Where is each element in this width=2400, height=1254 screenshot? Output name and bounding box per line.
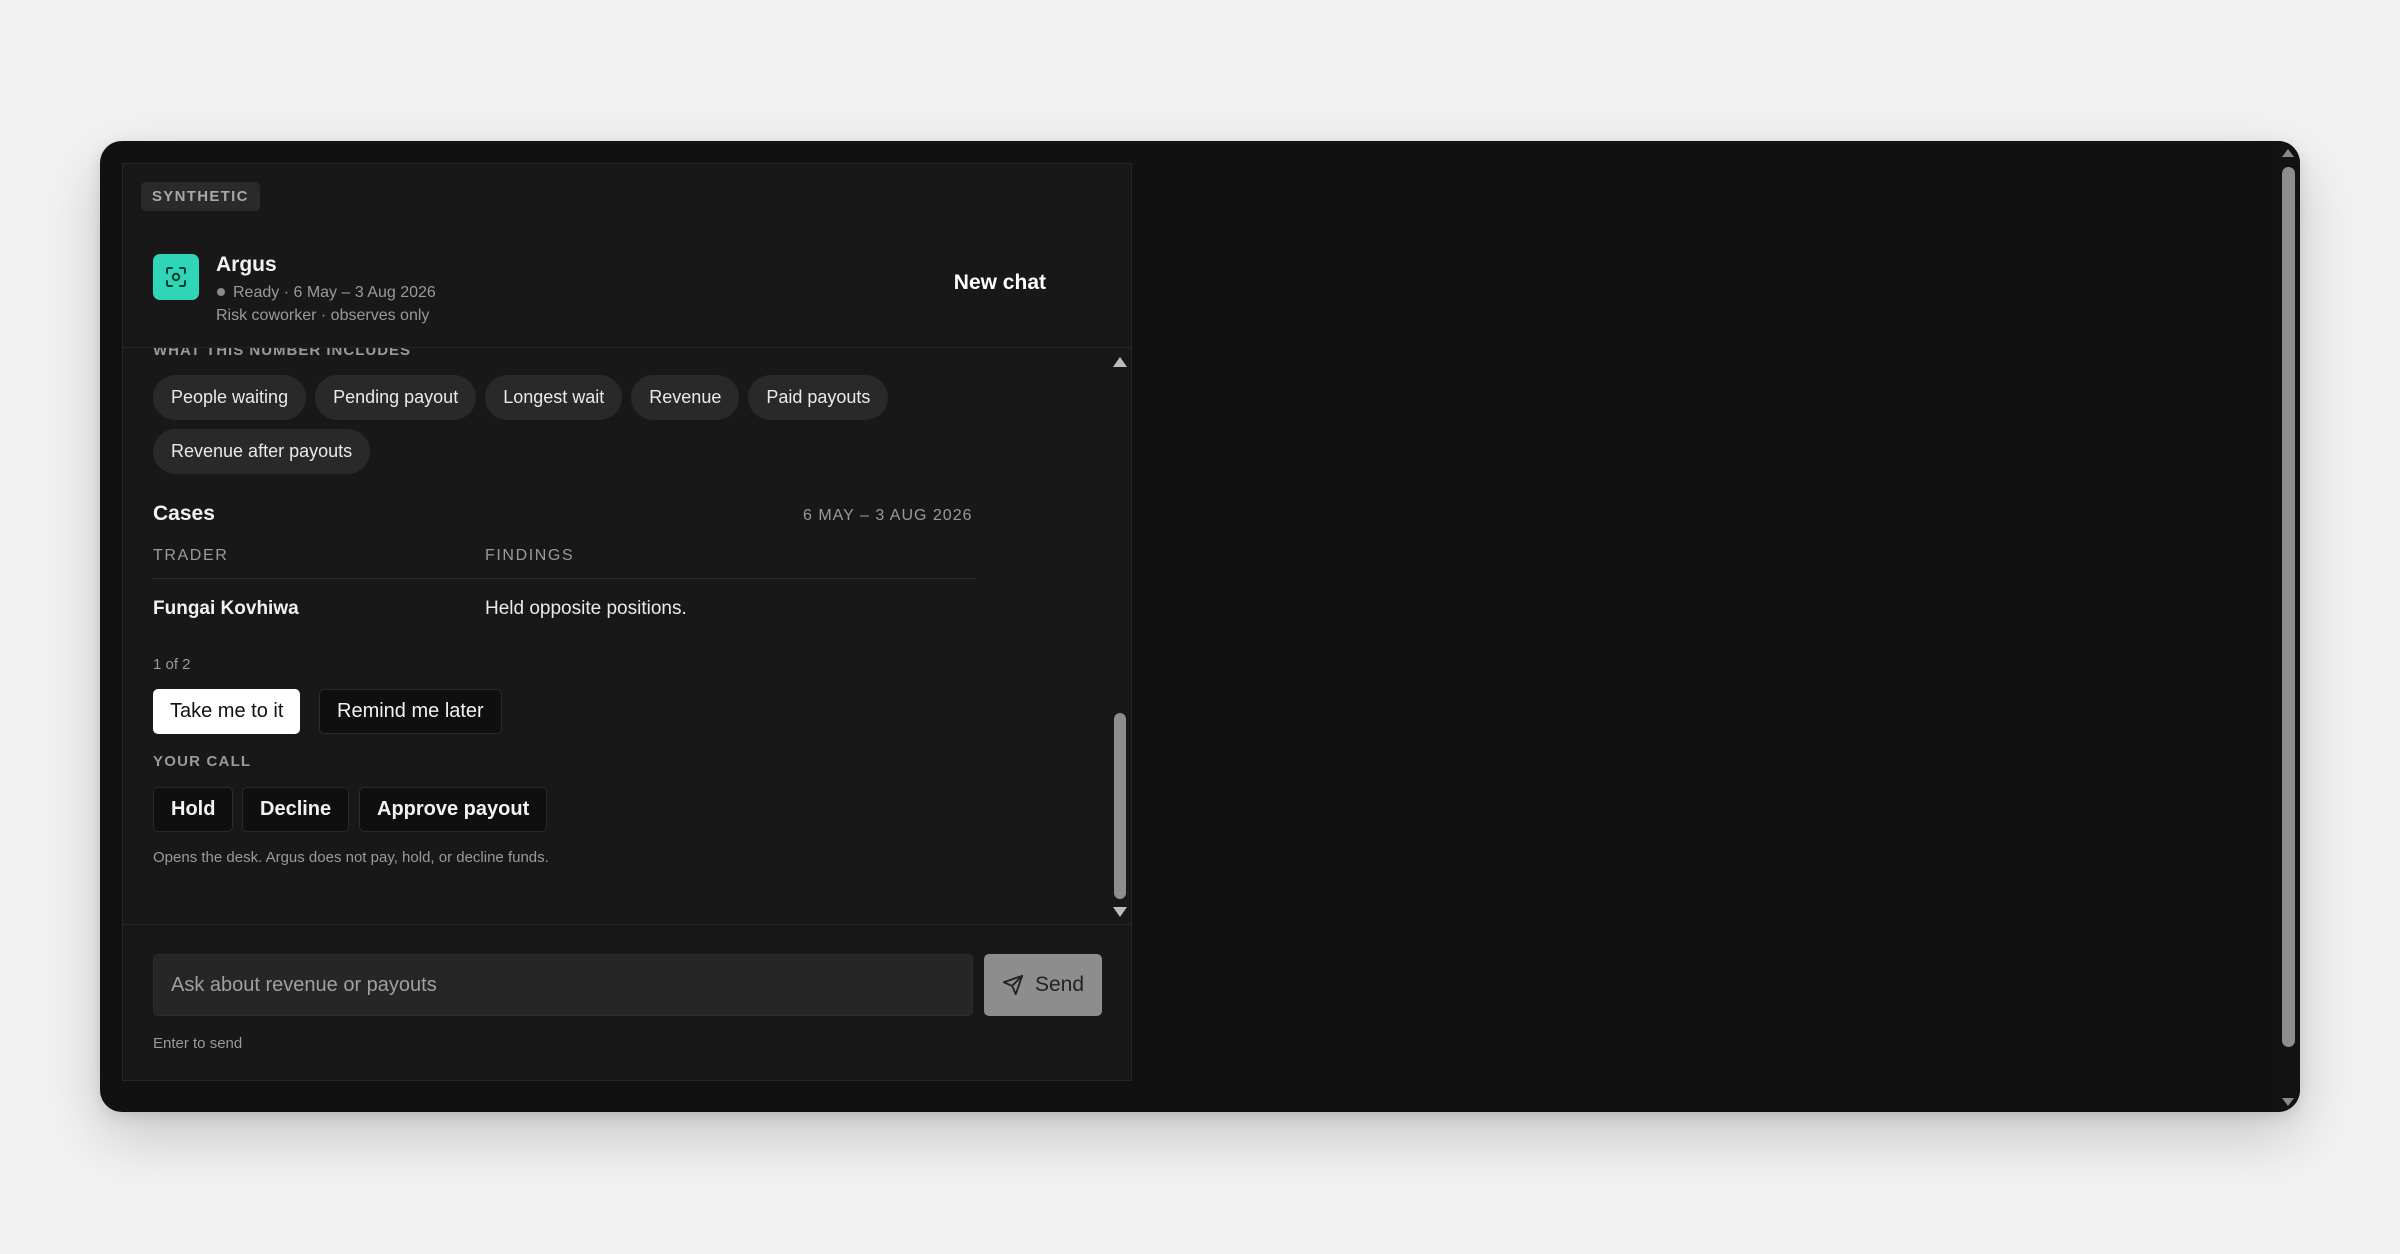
column-header-findings: FINDINGS bbox=[485, 547, 575, 564]
conversation-scrollbar[interactable] bbox=[1108, 349, 1130, 921]
window-scroll-down-icon[interactable] bbox=[2282, 1098, 2294, 1106]
composer-divider bbox=[123, 924, 1131, 925]
window-scroll-up-icon[interactable] bbox=[2282, 149, 2294, 157]
conversation-area: WHAT THIS NUMBER INCLUDES People waiting… bbox=[123, 348, 1131, 922]
focus-scan-icon bbox=[166, 267, 186, 287]
cases-date-range: 6 MAY – 3 AUG 2026 bbox=[803, 507, 973, 524]
app-window: SYNTHETIC Argus Ready · 6 May – 3 Aug 20… bbox=[100, 141, 2300, 1112]
status-dot bbox=[217, 288, 225, 296]
argus-avatar bbox=[153, 254, 199, 300]
assistant-role: Risk coworker · observes only bbox=[216, 307, 430, 324]
window-scrollbar-thumb[interactable] bbox=[2282, 167, 2295, 1047]
message-input[interactable] bbox=[153, 954, 973, 1016]
remind-me-later-button[interactable]: Remind me later bbox=[319, 689, 502, 734]
scroll-down-arrow-icon[interactable] bbox=[1113, 907, 1127, 917]
column-header-trader: TRADER bbox=[153, 547, 229, 564]
scroll-up-arrow-icon[interactable] bbox=[1113, 357, 1127, 367]
cases-title: Cases bbox=[153, 502, 215, 525]
composer-hint: Enter to send bbox=[153, 1035, 243, 1052]
table-divider bbox=[153, 578, 975, 579]
decline-button[interactable]: Decline bbox=[242, 787, 350, 832]
new-chat-button[interactable]: New chat bbox=[954, 271, 1046, 295]
case-pager: 1 of 2 bbox=[153, 656, 191, 673]
assistant-status: Ready · 6 May – 3 Aug 2026 bbox=[233, 284, 436, 301]
case-findings: Held opposite positions. bbox=[485, 598, 687, 619]
assistant-name: Argus bbox=[216, 253, 277, 276]
decision-disclaimer: Opens the desk. Argus does not pay, hold… bbox=[153, 849, 549, 866]
chip-people-waiting[interactable]: People waiting bbox=[153, 375, 307, 420]
chip-revenue[interactable]: Revenue bbox=[631, 375, 740, 420]
your-call-label: YOUR CALL bbox=[153, 753, 252, 770]
chip-pending-payout[interactable]: Pending payout bbox=[315, 375, 477, 420]
case-trader-name: Fungai Kovhiwa bbox=[153, 598, 299, 619]
breakdown-chips: People waiting Pending payout Longest wait… bbox=[153, 375, 953, 483]
chip-paid-payouts[interactable]: Paid payouts bbox=[748, 375, 889, 420]
chat-panel: SYNTHETIC Argus Ready · 6 May – 3 Aug 20… bbox=[122, 163, 1132, 1081]
window-scrollbar[interactable] bbox=[2274, 141, 2300, 1112]
breakdown-section-label: WHAT THIS NUMBER INCLUDES bbox=[153, 348, 412, 359]
paper-plane-icon bbox=[1002, 974, 1024, 996]
hold-button[interactable]: Hold bbox=[153, 787, 234, 832]
take-me-to-it-button[interactable]: Take me to it bbox=[153, 689, 301, 734]
send-button[interactable]: Send bbox=[984, 954, 1102, 1016]
approve-payout-button[interactable]: Approve payout bbox=[359, 787, 548, 832]
chip-longest-wait[interactable]: Longest wait bbox=[485, 375, 623, 420]
chip-revenue-after-payouts[interactable]: Revenue after payouts bbox=[153, 429, 371, 474]
send-label: Send bbox=[1034, 973, 1085, 996]
scrollbar-thumb[interactable] bbox=[1114, 713, 1126, 899]
synthetic-tag: SYNTHETIC bbox=[141, 182, 260, 211]
